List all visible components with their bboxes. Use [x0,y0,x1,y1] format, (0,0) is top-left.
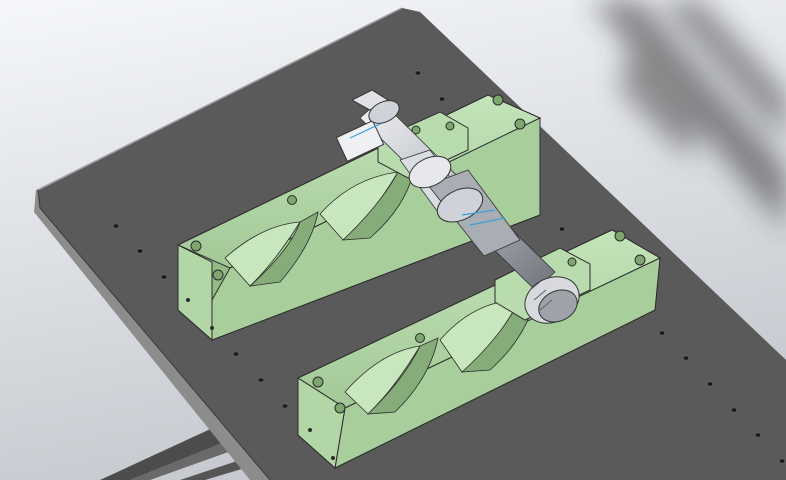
mounting-hole [658,330,666,336]
mounting-hole [682,355,690,361]
mounting-hole [232,351,240,357]
mounting-hole [706,381,714,387]
mounting-hole [136,248,144,254]
mounting-hole [754,432,762,438]
mounting-hole [778,458,786,464]
mounting-hole [281,403,289,409]
mounting-hole [414,70,422,76]
mounting-hole [257,377,265,383]
mounting-hole [112,223,120,229]
mounting-hole [730,407,738,413]
mounting-hole [438,96,446,102]
mounting-hole [558,226,566,232]
mounting-hole [160,274,168,280]
cad-viewport[interactable]: (function(){ var g = document.getElement… [0,0,786,480]
